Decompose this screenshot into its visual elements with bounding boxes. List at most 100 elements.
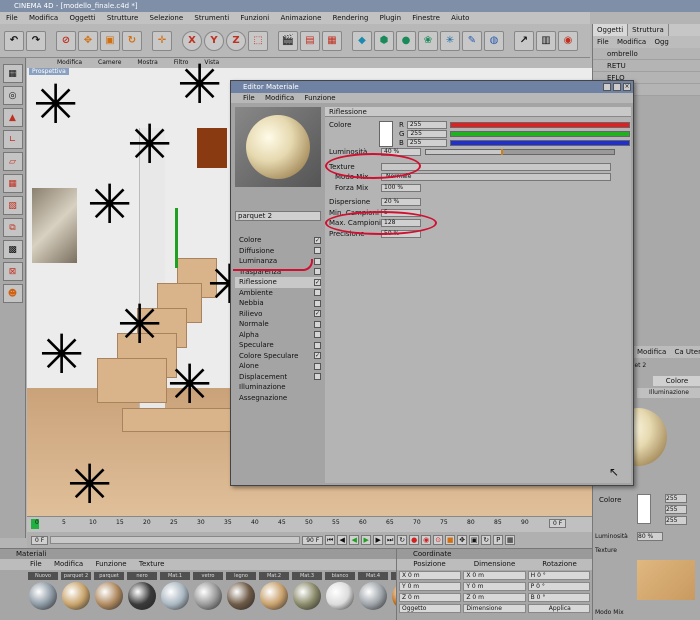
- om-menu-ogg[interactable]: Ogg: [654, 38, 668, 46]
- b-slider[interactable]: [449, 140, 630, 146]
- coord-rot-p[interactable]: P 0 °: [527, 582, 590, 591]
- g-field[interactable]: 255: [407, 130, 448, 138]
- coord-rot-b[interactable]: B 0 °: [527, 593, 590, 602]
- channel-item[interactable]: Assegnazione: [235, 393, 321, 404]
- coord-size-z[interactable]: Z 0 m: [463, 593, 526, 602]
- close-icon[interactable]: ×: [623, 83, 631, 91]
- menu-rendering[interactable]: Rendering: [333, 14, 369, 22]
- channel-checkbox[interactable]: ✓: [314, 278, 321, 286]
- channel-checkbox[interactable]: ✓: [314, 236, 321, 244]
- tab-oggetti[interactable]: Oggetti: [593, 24, 629, 36]
- render-settings-icon[interactable]: ▦: [322, 30, 342, 51]
- om-menu-modifica[interactable]: Modifica: [617, 38, 646, 46]
- timeline-ruler[interactable]: 0 5 10 15 20 25 30 35 40 45 50 55 60 65 …: [27, 516, 592, 532]
- record-key-icon[interactable]: ◉: [421, 535, 432, 545]
- object-row[interactable]: RETU: [593, 60, 700, 72]
- channel-item[interactable]: Riflessione ✓: [235, 277, 321, 288]
- cube-icon[interactable]: ◆: [352, 30, 372, 51]
- attr-menu-utente[interactable]: Ca Utente: [675, 348, 700, 356]
- material-swatch[interactable]: parquet 2: [61, 572, 91, 610]
- material-swatch[interactable]: legno: [226, 572, 256, 610]
- coord-pos-z[interactable]: Z 0 m: [399, 593, 462, 602]
- scale-icon[interactable]: ▣: [100, 30, 120, 51]
- polygon-tool-icon[interactable]: ▲: [2, 108, 23, 127]
- channel-checkbox[interactable]: [314, 299, 321, 307]
- attr-texture-preview[interactable]: [637, 560, 695, 600]
- rotate-icon[interactable]: ↻: [122, 30, 142, 51]
- channel-item[interactable]: Alone: [235, 361, 321, 372]
- array-icon[interactable]: ❀: [418, 30, 438, 51]
- me-menu-funzione[interactable]: Funzione: [304, 94, 335, 102]
- autokey-icon[interactable]: ⊙: [433, 535, 444, 545]
- channel-checkbox[interactable]: [314, 341, 321, 349]
- point-tool-icon[interactable]: ▱: [2, 152, 23, 171]
- tab-struttura[interactable]: Struttura: [628, 24, 669, 36]
- channel-item[interactable]: Nebbia: [235, 298, 321, 309]
- channel-checkbox[interactable]: [314, 320, 321, 328]
- material-swatch[interactable]: Mat.4: [358, 572, 388, 610]
- redo-icon[interactable]: ↷: [26, 30, 46, 51]
- attr-color-swatch[interactable]: [637, 494, 651, 524]
- world-coord-icon[interactable]: ⬚: [248, 30, 268, 51]
- play-back-icon[interactable]: ◀: [349, 535, 360, 545]
- channel-item[interactable]: Alpha: [235, 330, 321, 341]
- r-field[interactable]: 255: [406, 121, 447, 129]
- y-axis-handle[interactable]: [175, 208, 178, 268]
- channel-item[interactable]: Normale: [235, 319, 321, 330]
- channel-item[interactable]: Colore Speculare ✓: [235, 351, 321, 362]
- light-icon[interactable]: ✳: [440, 30, 460, 51]
- channel-item[interactable]: Diffusione: [235, 246, 321, 257]
- coord-apply-button[interactable]: Applica: [527, 604, 590, 613]
- attr-tab-colore[interactable]: Colore: [653, 376, 700, 386]
- range-slider[interactable]: [50, 536, 301, 544]
- menu-file[interactable]: File: [6, 14, 18, 22]
- start-frame-field[interactable]: 0 F: [31, 535, 49, 545]
- material-swatch[interactable]: Mat.2: [259, 572, 289, 610]
- attr-r-field[interactable]: 255: [665, 494, 687, 503]
- z-axis-icon[interactable]: Z: [226, 30, 246, 51]
- channel-checkbox[interactable]: ✓: [314, 352, 321, 360]
- coord-mode-select[interactable]: Oggetto: [399, 604, 462, 613]
- channel-checkbox[interactable]: [314, 362, 321, 370]
- coord-size-x[interactable]: X 0 m: [463, 571, 526, 580]
- dispersion-field[interactable]: 20 %: [381, 198, 421, 207]
- coord-size-y[interactable]: Y 0 m: [463, 582, 526, 591]
- menu-funzioni[interactable]: Funzioni: [240, 14, 269, 22]
- param-key-icon[interactable]: P: [493, 535, 504, 545]
- render-view-icon[interactable]: 🎬: [278, 30, 298, 51]
- channel-item[interactable]: Speculare: [235, 340, 321, 351]
- coord-pos-x[interactable]: X 0 m: [399, 571, 462, 580]
- material-preview[interactable]: [235, 107, 321, 187]
- checker-tool-icon[interactable]: ▩: [2, 240, 23, 259]
- spline-icon[interactable]: ●: [396, 30, 416, 51]
- object-row[interactable]: ombrello: [593, 48, 700, 60]
- material-swatch[interactable]: Mat.1: [160, 572, 190, 610]
- mat-menu-file[interactable]: File: [30, 560, 42, 568]
- mix-mode-select[interactable]: Normale: [381, 173, 611, 182]
- material-swatch[interactable]: Mat.3: [292, 572, 322, 610]
- undo-icon[interactable]: ↶: [4, 30, 24, 51]
- attr-b-field[interactable]: 255: [665, 516, 687, 525]
- coord-rot-h[interactable]: H 0 °: [527, 571, 590, 580]
- edge-tool-icon[interactable]: ∟: [2, 130, 23, 149]
- object-axis-icon[interactable]: ⧉: [2, 218, 23, 237]
- channel-checkbox[interactable]: [314, 289, 321, 297]
- material-swatch[interactable]: parquet: [94, 572, 124, 610]
- minimize-icon[interactable]: [603, 83, 611, 91]
- material-swatch[interactable]: vetro: [193, 572, 223, 610]
- brightness-slider[interactable]: [425, 149, 615, 156]
- end-frame-field[interactable]: 90 F: [302, 535, 324, 545]
- g-slider[interactable]: [450, 131, 631, 137]
- channel-item[interactable]: Displacement: [235, 372, 321, 383]
- menu-modifica[interactable]: Modifica: [29, 14, 58, 22]
- nurbs-icon[interactable]: ⬢: [374, 30, 394, 51]
- coord-size-mode-select[interactable]: Dimensione: [463, 604, 526, 613]
- y-axis-icon[interactable]: Y: [204, 30, 224, 51]
- vp-menu-modifica[interactable]: Modifica: [57, 59, 82, 66]
- channel-checkbox[interactable]: ✓: [314, 310, 321, 318]
- texture-tool-icon[interactable]: ▧: [2, 196, 23, 215]
- current-frame-field[interactable]: 0 F: [549, 519, 567, 528]
- channel-item[interactable]: Illuminazione: [235, 382, 321, 393]
- vp-menu-mostra[interactable]: Mostra: [137, 59, 157, 66]
- menu-strumenti[interactable]: Strumenti: [194, 14, 229, 22]
